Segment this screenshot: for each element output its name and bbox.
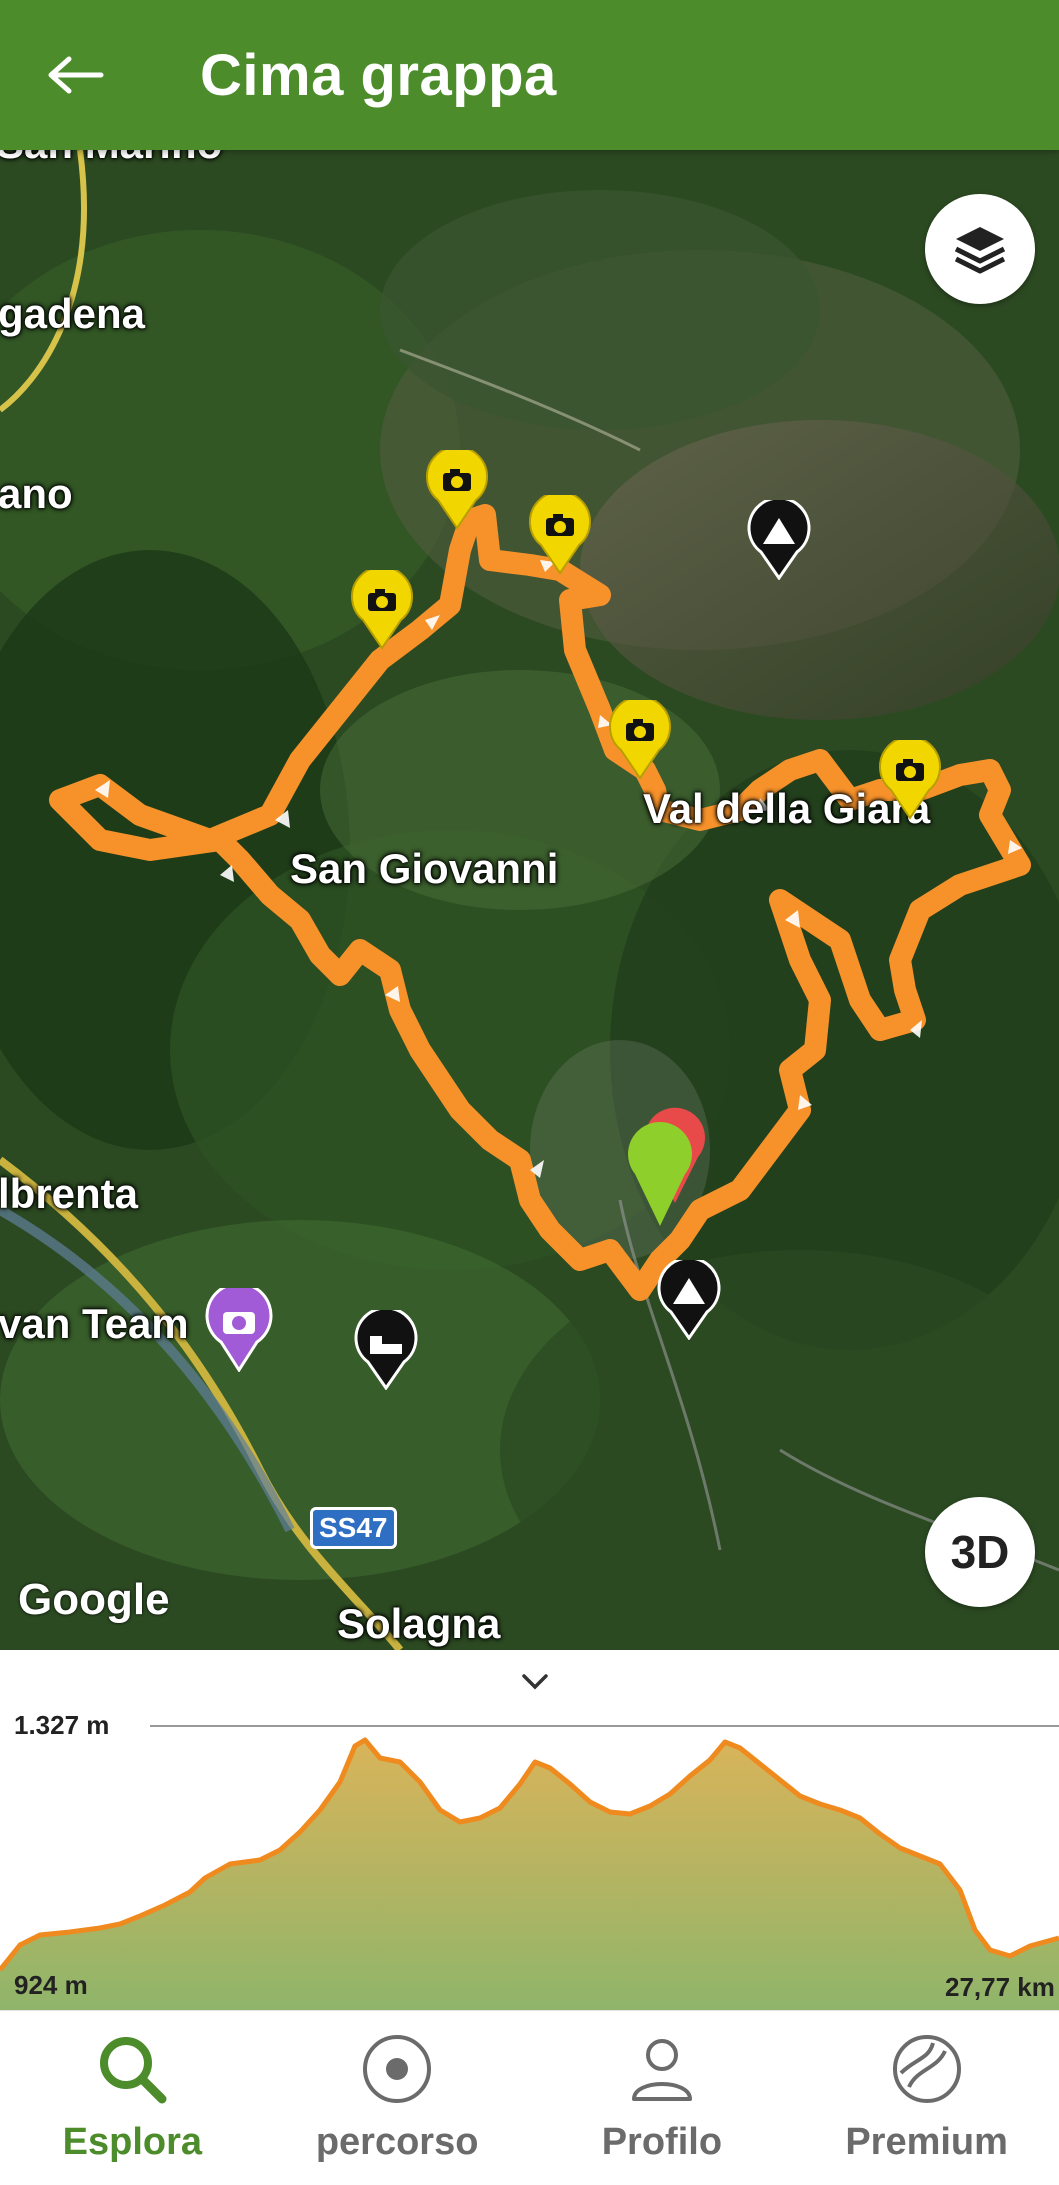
app-bar: Cima grappa: [0, 0, 1059, 150]
map-label-van-team: van Team: [0, 1300, 189, 1347]
nav-premium[interactable]: Premium: [794, 2011, 1059, 2185]
satellite-map: [0, 150, 1059, 1650]
min-elevation-label: 924 m: [14, 1970, 88, 2000]
map-label-ano: ano: [0, 470, 73, 517]
premium-icon: [887, 2029, 967, 2109]
nav-label: Premium: [845, 2121, 1008, 2163]
shelter-marker[interactable]: [352, 1310, 420, 1390]
photo-marker[interactable]: [347, 570, 417, 650]
nav-label: percorso: [315, 2121, 479, 2163]
back-button[interactable]: [0, 0, 150, 150]
nav-record[interactable]: percorso: [265, 2011, 530, 2185]
peak-marker[interactable]: [745, 500, 813, 580]
page-title: Cima grappa: [200, 42, 557, 108]
peak-marker[interactable]: [655, 1260, 723, 1340]
photo-marker[interactable]: [605, 700, 675, 780]
search-icon: [92, 2029, 172, 2109]
map-label-solagna: Solagna: [337, 1600, 501, 1647]
google-logo: Google: [18, 1575, 170, 1624]
bottom-nav: Esplora percorso Profilo Premium: [0, 2010, 1059, 2185]
3d-button[interactable]: 3D: [925, 1497, 1035, 1607]
nav-label: Profilo: [601, 2121, 723, 2163]
map-label-san-marino: San Marino: [0, 150, 222, 168]
map-label-gadena: gadena: [0, 290, 146, 337]
arrow-left-icon: [48, 56, 104, 94]
person-icon: [622, 2029, 702, 2109]
chevron-down-icon: [522, 1674, 548, 1690]
layers-button[interactable]: [925, 194, 1035, 304]
map-label-albrenta: lbrenta: [0, 1170, 139, 1217]
map-label-san-giovanni: San Giovanni: [290, 845, 559, 892]
add-photo-marker[interactable]: [203, 1288, 275, 1372]
record-icon: [357, 2029, 437, 2109]
3d-button-label: 3D: [950, 1526, 1010, 1578]
elevation-chart: [0, 1725, 1059, 2010]
distance-label: 27,77 km: [945, 1972, 1055, 2002]
layers-icon: [954, 227, 1006, 274]
road-badge: SS47: [310, 1507, 397, 1549]
nav-profile[interactable]: Profilo: [530, 2011, 795, 2185]
nav-explore[interactable]: Esplora: [0, 2011, 265, 2185]
photo-marker[interactable]: [422, 450, 492, 530]
max-elevation-label: 1.327 m: [14, 1710, 110, 1740]
nav-label: Esplora: [62, 2121, 203, 2163]
photo-marker[interactable]: [525, 495, 595, 575]
elevation-profile[interactable]: 1.327 m 924 m 27,77 km: [0, 1650, 1059, 2010]
photo-marker[interactable]: [875, 740, 945, 820]
start-marker[interactable]: [625, 1118, 695, 1228]
map-view[interactable]: San Marino gadena ano San Giovanni Val d…: [0, 150, 1059, 1650]
